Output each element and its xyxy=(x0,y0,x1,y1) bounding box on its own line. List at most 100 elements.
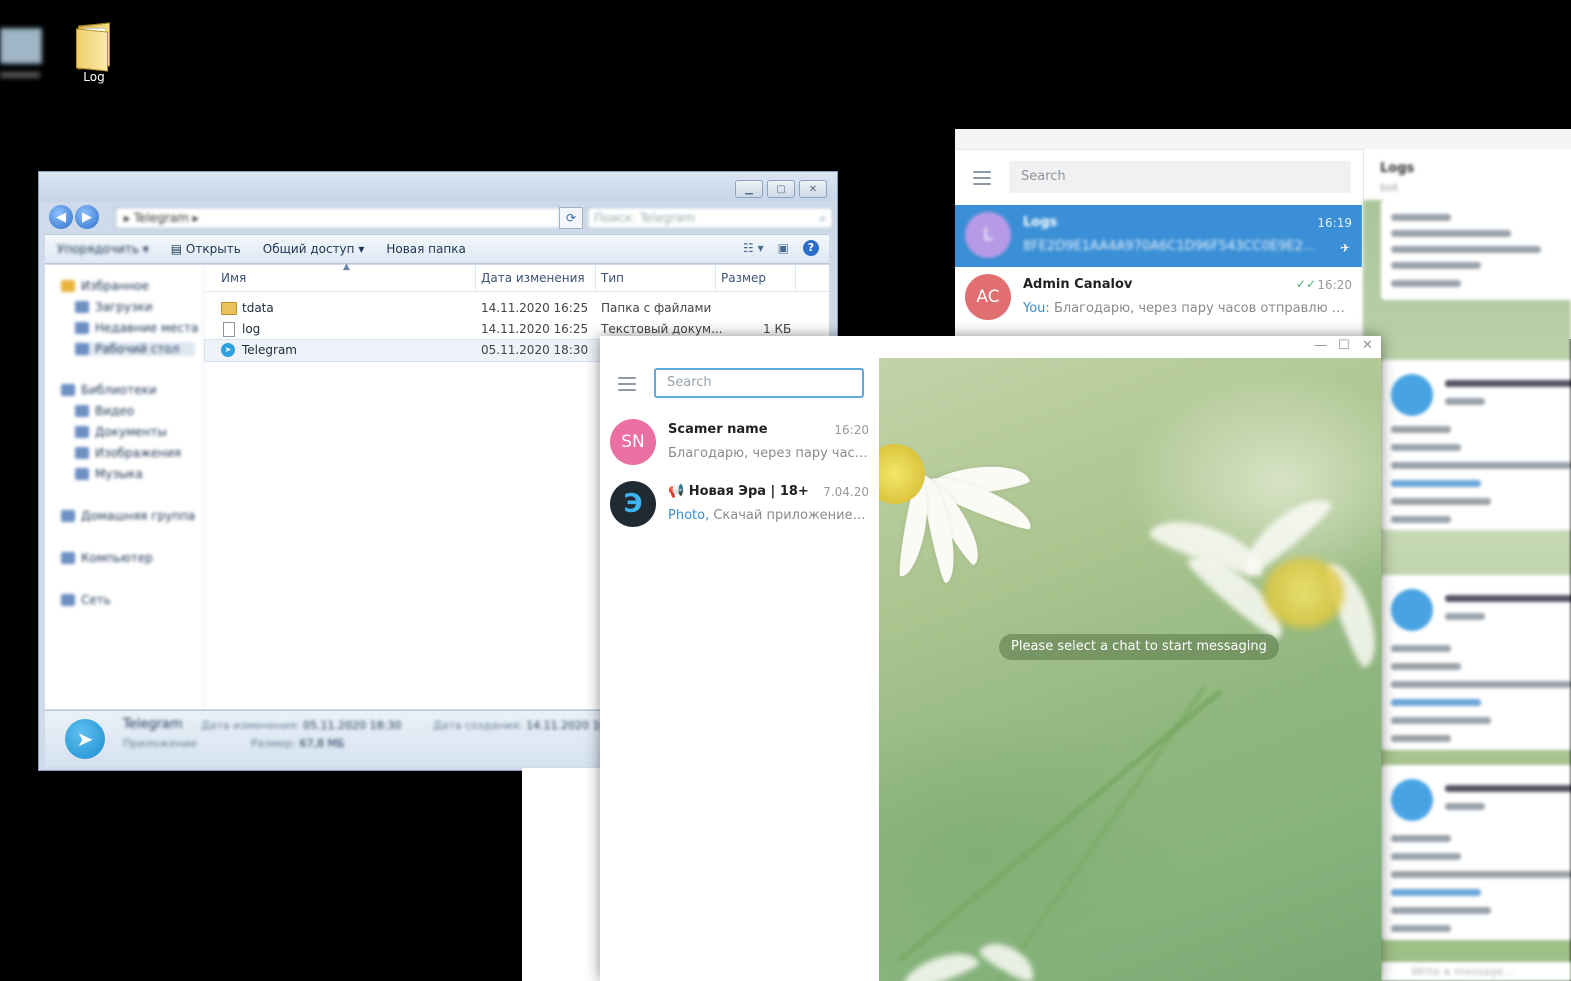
file-date: 05.11.2020 18:30 xyxy=(481,343,589,357)
close-icon[interactable]: ✕ xyxy=(1362,338,1373,353)
double-check-icon: ✓✓ xyxy=(1295,277,1316,291)
search-input[interactable]: Search xyxy=(1009,161,1351,193)
share-button[interactable]: Общий доступ ▾ xyxy=(263,242,365,256)
nav-item-homegroup[interactable]: Домашняя группа xyxy=(61,509,195,523)
avatar: L xyxy=(965,212,1011,258)
chat-item-scamer-name[interactable]: SN Scamer name 16:20 Благодарю, через па… xyxy=(600,412,879,474)
pin-icon: ✈ xyxy=(1339,241,1350,255)
file-icon xyxy=(1391,779,1433,821)
chat-item-logs[interactable]: L Logs 16:19 8FE2D9E1AA4A970A6C1D96F543C… xyxy=(955,205,1362,267)
nav-item-desktop[interactable]: Рабочий стол xyxy=(75,342,195,356)
view-options-icon[interactable]: ☷ ▾ xyxy=(743,241,764,255)
message-card xyxy=(1381,360,1571,530)
message-input[interactable]: Write a message... xyxy=(1381,962,1571,981)
details-modified: Дата изменения: 05.11.2020 18:30 xyxy=(201,719,402,732)
chat-time: 16:19 xyxy=(1317,216,1352,230)
chat-header-subtitle: bot xyxy=(1380,181,1399,194)
help-icon[interactable]: ? xyxy=(803,240,819,256)
refresh-icon[interactable]: ⟳ xyxy=(559,207,583,229)
nav-item-network[interactable]: Сеть xyxy=(61,593,111,607)
folder-icon xyxy=(221,302,237,315)
column-name[interactable]: Имя xyxy=(221,271,246,285)
new-folder-button[interactable]: Новая папка xyxy=(386,242,465,256)
file-date: 14.11.2020 16:25 xyxy=(481,322,589,336)
menu-icon[interactable] xyxy=(973,171,991,185)
file-icon xyxy=(1391,589,1433,631)
file-size: 1 КБ xyxy=(763,322,792,336)
address-input[interactable]: ▸ Telegram ▸ xyxy=(115,207,561,229)
message-card xyxy=(1381,765,1571,940)
window-titlebar: — ☐ ✕ xyxy=(600,336,1381,358)
desktop-icon-blurred[interactable] xyxy=(0,28,44,90)
details-size: Размер: 67,8 МБ xyxy=(251,737,345,750)
empty-chat-notice: Please select a chat to start messaging xyxy=(999,634,1279,660)
menu-icon[interactable] xyxy=(618,377,636,391)
details-created: Дата создания: 14.11.2020 16:25 xyxy=(433,719,625,732)
chat-preview: 8FE2D9E1AA4A970A6C1D96F543CC0E9E2020... xyxy=(1023,239,1323,254)
search-icon: ⌕ xyxy=(819,211,826,225)
preview-pane-icon[interactable]: ▣ xyxy=(778,241,789,255)
channel-icon: 📢 xyxy=(668,484,685,499)
chat-header-title: Logs xyxy=(1380,161,1415,176)
column-type[interactable]: Тип xyxy=(601,271,624,285)
nav-item-computer[interactable]: Компьютер xyxy=(61,551,153,565)
maximize-icon[interactable]: ▢ xyxy=(767,180,795,198)
navigation-pane: Избранное Загрузки Недавние места Рабочи… xyxy=(45,265,204,709)
file-list-header: Имя ▲ Дата изменения Тип Размер xyxy=(205,262,829,292)
file-icon xyxy=(1391,374,1433,416)
file-name: log xyxy=(242,322,261,336)
close-icon[interactable]: ✕ xyxy=(799,180,827,198)
chat-item-novaya-era[interactable]: Э 📢 Новая Эра | 18+ 7.04.20 Photo, Скача… xyxy=(600,474,879,536)
file-name: tdata xyxy=(242,301,274,315)
nav-item-video[interactable]: Видео xyxy=(75,404,134,418)
search-input[interactable]: Search xyxy=(654,368,864,398)
chat-name: Scamer name xyxy=(668,422,768,437)
column-size[interactable]: Размер xyxy=(721,271,766,285)
telegram-icon: ➤ xyxy=(65,719,105,759)
chat-name: Admin Canalov xyxy=(1023,277,1133,292)
file-row-tdata[interactable]: tdata 14.11.2020 16:25 Папка с файлами xyxy=(205,298,829,319)
nav-item-libraries[interactable]: Библиотеки xyxy=(61,383,157,397)
nav-item-favorites[interactable]: Избранное xyxy=(61,279,149,293)
chat-preview: You: Благодарю, через пару часов отправл… xyxy=(1023,301,1348,316)
details-kind: Приложение xyxy=(123,737,197,750)
address-bar-row: ◀ ▶ ▸ Telegram ▸ ⟳ Поиск: Telegram ⌕ xyxy=(47,204,833,232)
maximize-icon[interactable]: ☐ xyxy=(1338,338,1350,353)
chat-preview: Благодарю, через пару часов ... xyxy=(668,446,868,461)
column-date[interactable]: Дата изменения xyxy=(481,271,585,285)
desktop-icon-label: Log xyxy=(83,70,105,84)
window-fragment xyxy=(522,768,602,981)
minimize-icon[interactable]: — xyxy=(1314,338,1327,353)
telegram-icon: ➤ xyxy=(221,343,235,357)
messages-strip-blurred xyxy=(1363,200,1571,981)
back-icon[interactable]: ◀ xyxy=(49,205,73,229)
nav-item-downloads[interactable]: Загрузки xyxy=(75,300,153,314)
chat-item-admin-canalov[interactable]: AC Admin Canalov ✓✓ 16:20 You: Благодарю… xyxy=(955,267,1362,329)
avatar: AC xyxy=(965,274,1011,320)
folder-icon xyxy=(76,22,112,72)
nav-item-images[interactable]: Изображения xyxy=(75,446,181,460)
desktop-icon-log[interactable]: Log xyxy=(66,22,122,84)
nav-item-recent[interactable]: Недавние места xyxy=(75,321,198,335)
chat-time: 16:20 xyxy=(834,423,869,437)
forward-icon[interactable]: ▶ xyxy=(75,205,99,229)
sort-arrow-icon: ▲ xyxy=(343,262,350,272)
telegram-window-main: — ☐ ✕ Search SN Scamer name 16:20 Благод… xyxy=(600,336,1381,981)
organize-button[interactable]: Упорядочить ▾ xyxy=(57,242,149,256)
chat-preview: Photo, Скачай приложение 1w... xyxy=(668,508,868,523)
avatar: SN xyxy=(610,419,656,465)
avatar: Э xyxy=(610,481,656,527)
details-name: Telegram xyxy=(123,717,183,732)
chat-name: 📢 Новая Эра | 18+ xyxy=(668,484,809,499)
nav-item-documents[interactable]: Документы xyxy=(75,425,167,439)
file-type: Папка с файлами xyxy=(601,301,712,315)
open-button[interactable]: ▤ Открыть xyxy=(171,242,241,256)
chat-name: Logs xyxy=(1023,215,1058,230)
nav-item-music[interactable]: Музыка xyxy=(75,467,143,481)
explorer-toolbar: Упорядочить ▾ ▤ Открыть Общий доступ ▾ Н… xyxy=(45,234,829,264)
minimize-icon[interactable]: ▁ xyxy=(735,180,763,198)
message-card xyxy=(1381,575,1571,750)
chat-wallpaper: Please select a chat to start messaging xyxy=(879,358,1381,981)
search-input[interactable]: Поиск: Telegram ⌕ xyxy=(587,207,833,229)
file-name: Telegram xyxy=(242,343,297,357)
